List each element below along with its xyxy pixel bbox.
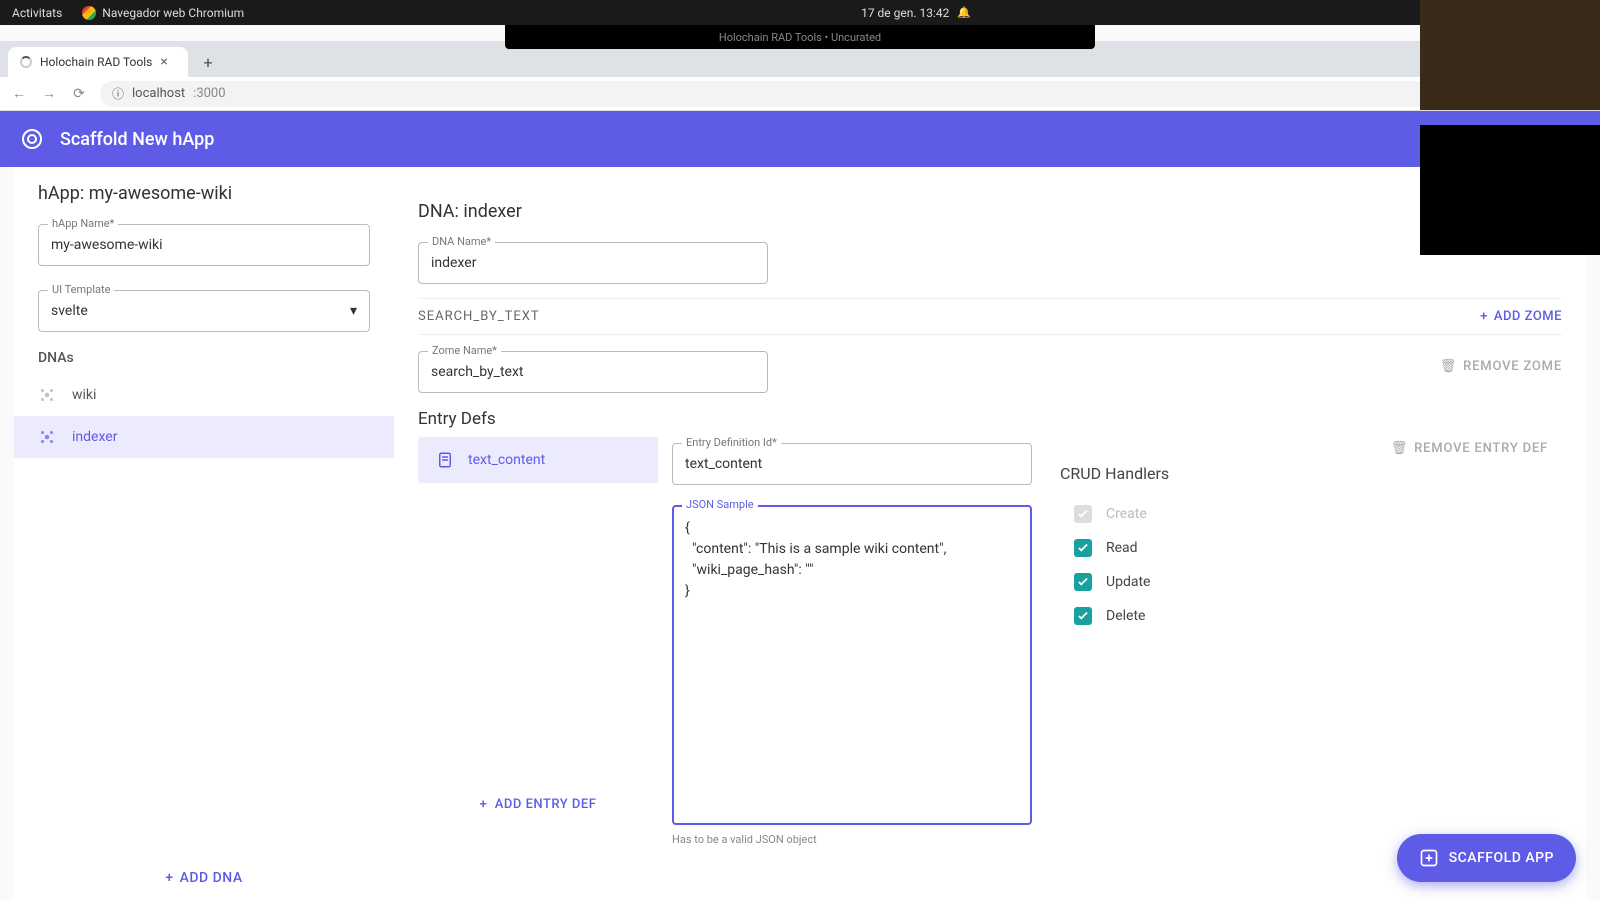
gnome-top-bar: Activitats Navegador web Chromium 17 de …: [0, 0, 1600, 25]
crud-create-label: Create: [1106, 506, 1147, 522]
dna-item-wiki[interactable]: wiki: [14, 374, 394, 416]
app-title: Scaffold New hApp: [60, 129, 1461, 150]
close-icon[interactable]: ×: [160, 54, 167, 70]
remove-zome-label: REMOVE ZOME: [1463, 359, 1562, 374]
scaffold-icon: [1419, 848, 1439, 868]
add-entry-def-button[interactable]: + ADD ENTRY DEF: [418, 783, 658, 826]
checkbox-create: [1074, 505, 1092, 523]
happ-name-input[interactable]: [38, 224, 370, 266]
chromium-icon: [82, 6, 96, 20]
dna-heading: DNA: indexer: [418, 185, 1562, 232]
ui-template-label: UI Template: [48, 283, 114, 296]
dna-detail-pane: DNA: indexer DNA Name* SEARCH_BY_TEXT + A…: [394, 167, 1586, 900]
crud-read-row[interactable]: Read: [1060, 531, 1548, 565]
url-port: :3000: [193, 86, 225, 101]
activities-label[interactable]: Activitats: [12, 6, 62, 20]
chevron-down-icon: ▾: [350, 303, 357, 319]
add-zome-button[interactable]: + ADD ZOME: [1480, 309, 1562, 324]
add-dna-button[interactable]: + ADD DNA: [14, 855, 394, 900]
dna-icon: [38, 386, 56, 404]
crud-create-row: Create: [1060, 497, 1548, 531]
happ-heading: hApp: my-awesome-wiki: [14, 167, 394, 214]
dna-icon: [38, 428, 56, 446]
checkbox-update[interactable]: [1074, 573, 1092, 591]
zome-section-label: SEARCH_BY_TEXT: [418, 309, 540, 324]
browser-tab[interactable]: Holochain RAD Tools ×: [8, 47, 188, 77]
crud-update-row[interactable]: Update: [1060, 565, 1548, 599]
clock-label[interactable]: 17 de gen. 13:42: [861, 6, 949, 20]
dna-name-input[interactable]: [418, 242, 768, 284]
loading-spinner-icon: [20, 56, 32, 68]
zome-name-label: Zome Name*: [428, 344, 501, 357]
chromium-notification-banner: Holochain RAD Tools • Uncurated: [505, 25, 1095, 49]
plus-icon: +: [480, 797, 488, 812]
remove-zome-button[interactable]: 🗑 REMOVE ZOME: [1440, 359, 1562, 374]
webcam-overlay: [1420, 0, 1600, 110]
banner-text: Holochain RAD Tools • Uncurated: [719, 31, 881, 44]
back-icon[interactable]: ←: [10, 85, 28, 102]
entry-def-tab[interactable]: text_content: [418, 437, 658, 483]
globe-icon: ⓘ: [112, 85, 124, 102]
add-zome-label: ADD ZOME: [1494, 309, 1562, 324]
crud-read-label: Read: [1106, 540, 1138, 556]
scaffold-app-label: SCAFFOLD APP: [1449, 850, 1554, 866]
plus-icon: +: [1480, 309, 1488, 324]
entry-defs-heading: Entry Defs: [418, 407, 1562, 437]
reload-icon[interactable]: ⟳: [70, 86, 88, 102]
dnas-section-label: DNAs: [14, 346, 394, 374]
app-header: Scaffold New hApp i CORE CONC: [0, 111, 1600, 167]
trash-icon: 🗑: [1440, 359, 1457, 374]
ui-template-value: svelte: [51, 303, 88, 319]
dna-item-indexer[interactable]: indexer: [14, 416, 394, 458]
active-app[interactable]: Navegador web Chromium: [82, 6, 244, 20]
remove-entry-def-button[interactable]: 🗑 REMOVE ENTRY DEF: [1391, 441, 1548, 456]
active-app-label: Navegador web Chromium: [102, 6, 244, 20]
ui-template-select[interactable]: svelte ▾: [38, 290, 370, 332]
crud-update-label: Update: [1106, 574, 1150, 590]
holochain-logo-icon: [20, 127, 44, 151]
new-tab-button[interactable]: +: [196, 50, 220, 74]
add-dna-label: ADD DNA: [180, 870, 243, 886]
crud-handlers-title: CRUD Handlers: [1060, 464, 1548, 483]
add-entry-def-label: ADD ENTRY DEF: [495, 797, 597, 812]
browser-toolbar: ← → ⟳ ⓘ localhost :3000: [0, 77, 1600, 111]
trash-icon: 🗑: [1391, 441, 1408, 456]
entry-tab-label: text_content: [468, 452, 545, 468]
remove-entry-label: REMOVE ENTRY DEF: [1414, 441, 1548, 456]
json-sample-input[interactable]: [672, 505, 1032, 825]
json-sample-label: JSON Sample: [682, 498, 758, 511]
notification-icon[interactable]: 🔔: [957, 6, 971, 19]
happ-sidebar: hApp: my-awesome-wiki hApp Name* UI Temp…: [14, 167, 394, 900]
forward-icon[interactable]: →: [40, 85, 58, 102]
dna-item-label: wiki: [72, 387, 96, 403]
url-host: localhost: [132, 86, 185, 101]
scaffold-app-button[interactable]: SCAFFOLD APP: [1397, 834, 1576, 882]
address-bar[interactable]: ⓘ localhost :3000: [100, 81, 1590, 107]
checkbox-delete[interactable]: [1074, 607, 1092, 625]
entry-id-input[interactable]: [672, 443, 1032, 485]
json-helper-text: Has to be a valid JSON object: [672, 833, 1032, 846]
document-icon: [436, 451, 454, 469]
dna-list: wiki indexer: [14, 374, 394, 855]
tab-title: Holochain RAD Tools: [40, 55, 152, 69]
overlay-blackbox: [1420, 125, 1600, 255]
happ-name-label: hApp Name*: [48, 217, 118, 230]
zome-name-input[interactable]: [418, 351, 768, 393]
dna-item-label: indexer: [72, 429, 117, 445]
dna-name-label: DNA Name*: [428, 235, 495, 248]
plus-icon: +: [165, 870, 173, 886]
checkbox-read[interactable]: [1074, 539, 1092, 557]
crud-delete-label: Delete: [1106, 608, 1145, 624]
entry-id-label: Entry Definition Id*: [682, 436, 781, 449]
crud-delete-row[interactable]: Delete: [1060, 599, 1548, 633]
